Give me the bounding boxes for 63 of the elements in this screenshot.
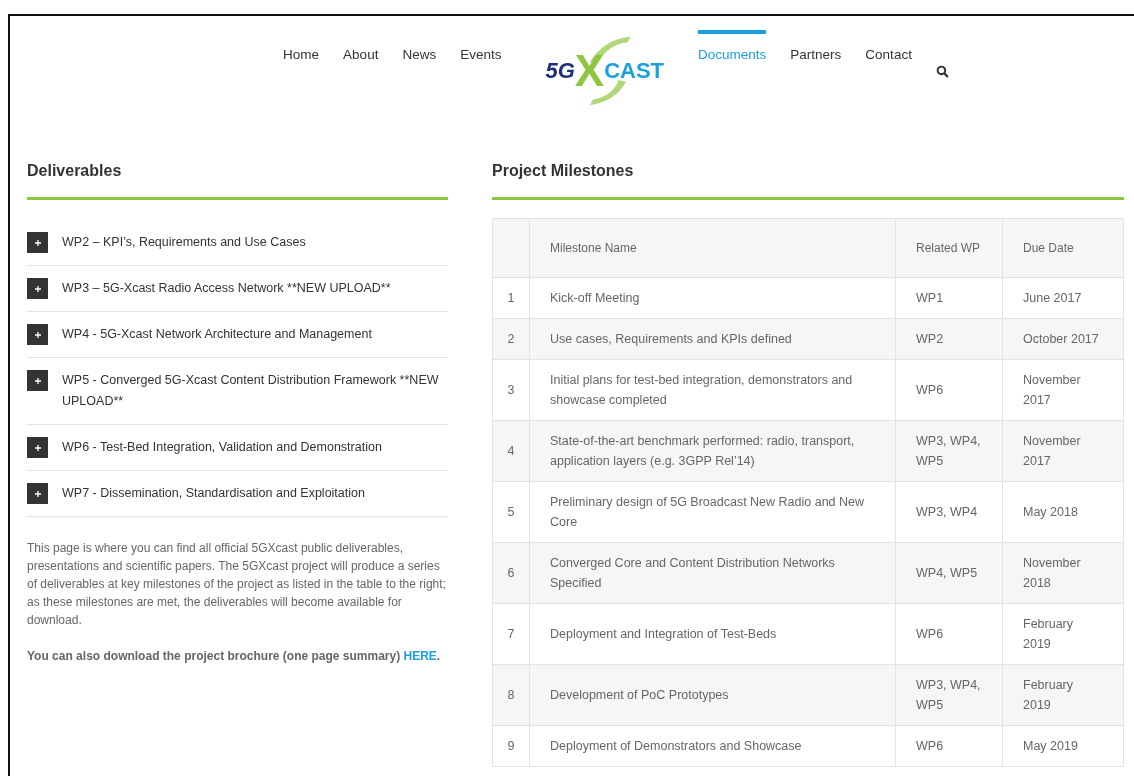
column-header: Milestone Name: [529, 218, 896, 278]
table-cell: State-of-the-art benchmark performed: radio, transport, application layers (e.g. 3GPP Rel’14): [529, 420, 896, 482]
table-cell: 1: [492, 277, 530, 319]
table-cell: WP3, WP4, WP5: [895, 664, 1003, 726]
brochure-paragraph: You can also download the project brochure (one page summary) HERE.: [27, 648, 442, 665]
table-cell: WP6: [895, 725, 1003, 767]
accordion-item[interactable]: WP7 - Dissemination, Standardisation and Exploitation: [27, 471, 448, 517]
table-cell: Use cases, Requirements and KPIs defined: [529, 318, 896, 360]
table-cell: 2: [492, 318, 530, 360]
table-cell: WP6: [895, 603, 1003, 665]
expand-icon[interactable]: [27, 324, 48, 345]
table-cell: WP4, WP5: [895, 542, 1003, 604]
table-cell: WP6: [895, 359, 1003, 421]
table-cell: 8: [492, 664, 530, 726]
table-cell: WP3, WP4: [895, 481, 1003, 543]
table-cell: 5: [492, 481, 530, 543]
table-cell: May 2018: [1002, 481, 1124, 543]
column-header: Due Date: [1002, 218, 1124, 278]
table-cell: Deployment of Demonstrators and Showcase: [529, 725, 896, 767]
expand-icon[interactable]: [27, 437, 48, 458]
table-cell: WP2: [895, 318, 1003, 360]
table-cell: November 2017: [1002, 359, 1124, 421]
table-cell: May 2019: [1002, 725, 1124, 767]
search-icon[interactable]: [935, 64, 949, 78]
expand-icon[interactable]: [27, 483, 48, 504]
nav-link[interactable]: Events: [460, 30, 502, 82]
table-cell: 6: [492, 542, 530, 604]
accordion-item[interactable]: WP6 - Test-Bed Integration, Validation and Demonstration: [27, 425, 448, 471]
table-cell: WP1: [895, 277, 1003, 319]
table-cell: November 2017: [1002, 420, 1124, 482]
table-cell: 7: [492, 603, 530, 665]
table-cell: 4: [492, 420, 530, 482]
table-cell: Preliminary design of 5G Broadcast New Radio and New Core: [529, 481, 896, 543]
table-cell: February 2019: [1002, 603, 1124, 665]
table-cell: 9: [492, 725, 530, 767]
accordion-item[interactable]: WP2 – KPI’s, Requirements and Use Cases: [27, 220, 448, 266]
table-cell: WP3, WP4, WP5: [895, 420, 1003, 482]
table-cell: October 2017: [1002, 318, 1124, 360]
intro-paragraph: This page is where you can find all official 5GXcast public deliverables, presentations and scientific papers. The 5GXcast project will produce a series of deliverables at key milestones of the project as listed in the table to the right; as these milestones are met, the deliverables will become available for download.: [27, 540, 447, 629]
table-cell: Initial plans for test-bed integration, demonstrators and showcase completed: [529, 359, 896, 421]
table-cell: June 2017: [1002, 277, 1124, 319]
table-cell: Converged Core and Content Distribution Networks Specified: [529, 542, 896, 604]
accordion-item[interactable]: WP4 - 5G-Xcast Network Architecture and Management: [27, 312, 448, 358]
column-header: Related WP: [895, 218, 1003, 278]
nav-link[interactable]: Partners: [790, 30, 842, 82]
table-cell: 3: [492, 359, 530, 421]
nav-link[interactable]: News: [402, 30, 437, 82]
table-cell: November 2018: [1002, 542, 1124, 604]
nav-link[interactable]: About: [343, 30, 379, 82]
section-heading: Deliverables: [27, 162, 123, 181]
nav-link[interactable]: Contact: [865, 30, 912, 82]
accordion-item[interactable]: WP3 – 5G-Xcast Radio Access Network **NEW UPLOAD**: [27, 266, 448, 312]
expand-icon[interactable]: [27, 232, 48, 253]
section-heading: Project Milestones: [492, 162, 635, 181]
nav-link[interactable]: Home: [283, 30, 320, 82]
expand-icon[interactable]: [27, 370, 48, 391]
table-cell: Deployment and Integration of Test-Beds: [529, 603, 896, 665]
header-cell: [492, 218, 530, 278]
table-cell: February 2019: [1002, 664, 1124, 726]
table-cell: Kick-off Meeting: [529, 277, 896, 319]
table-cell: Development of PoC Prototypes: [529, 664, 896, 726]
expand-icon[interactable]: [27, 278, 48, 299]
accordion-item[interactable]: WP5 - Converged 5G-Xcast Content Distribution Framework **NEW UPLOAD**: [27, 358, 448, 425]
